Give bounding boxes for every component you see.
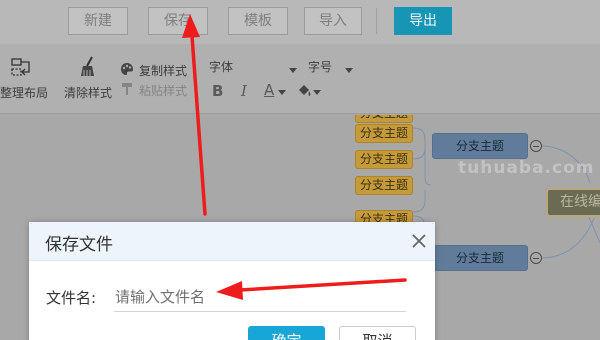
broom-icon[interactable] [78, 56, 98, 78]
branch-node[interactable]: 分支主题 [432, 133, 528, 159]
close-icon[interactable] [409, 231, 429, 251]
dialog-header: 保存文件 [29, 222, 435, 261]
font-family-select[interactable]: 字体 [209, 58, 233, 75]
italic-button[interactable]: I [241, 82, 247, 100]
cancel-button[interactable]: 取消 [339, 326, 416, 340]
template-button[interactable]: 模板 [228, 7, 288, 35]
leaf-node[interactable]: 分支主题 [355, 115, 413, 123]
bold-button[interactable]: B [212, 82, 223, 100]
font-color-chevron-down-icon[interactable] [278, 90, 286, 95]
import-button[interactable]: 导入 [304, 7, 362, 35]
format-toolbar: 整理布局 清除样式 复制样式 粘贴样式 字体 字号 B I A [0, 44, 600, 114]
fill-color-chevron-down-icon[interactable] [313, 90, 321, 95]
arrange-icon[interactable] [11, 58, 35, 76]
leaf-node[interactable]: 分支主题 [355, 150, 413, 169]
font-family-chevron-down-icon[interactable] [289, 68, 297, 73]
watermark-text: tuhuaba.com [458, 158, 595, 178]
collapse-toggle-icon[interactable] [530, 140, 542, 152]
arrange-layout-label[interactable]: 整理布局 [0, 84, 48, 101]
leaf-node[interactable]: 分支主题 [355, 124, 413, 143]
brush-icon[interactable] [121, 82, 133, 96]
paste-style-label[interactable]: 粘贴样式 [139, 82, 187, 99]
new-button[interactable]: 新建 [68, 7, 128, 35]
filename-label: 文件名: [46, 289, 97, 307]
paint-bucket-icon[interactable] [296, 82, 312, 98]
branch-node[interactable]: 分支主题 [432, 245, 528, 271]
copy-style-label[interactable]: 复制样式 [139, 62, 187, 79]
clear-style-label[interactable]: 清除样式 [64, 84, 112, 101]
save-button[interactable]: 保存 [148, 7, 208, 35]
font-size-chevron-down-icon[interactable] [345, 68, 353, 73]
top-toolbar: 新建 保存 模板 导入 导出 [0, 0, 600, 44]
palette-icon[interactable] [120, 62, 134, 76]
export-button[interactable]: 导出 [394, 7, 452, 35]
font-color-icon[interactable]: A [264, 81, 274, 99]
collapse-toggle-icon[interactable] [530, 252, 542, 264]
save-file-dialog: 保存文件 文件名: 确定 取消 [29, 222, 435, 340]
leaf-node[interactable]: 分支主题 [355, 176, 413, 195]
filename-input[interactable] [114, 282, 406, 312]
font-size-select[interactable]: 字号 [308, 58, 332, 75]
toolbar-divider [376, 8, 377, 34]
dialog-title: 保存文件 [45, 235, 113, 255]
confirm-button[interactable]: 确定 [248, 326, 325, 340]
center-topic-node[interactable]: 在线编 [546, 188, 600, 217]
